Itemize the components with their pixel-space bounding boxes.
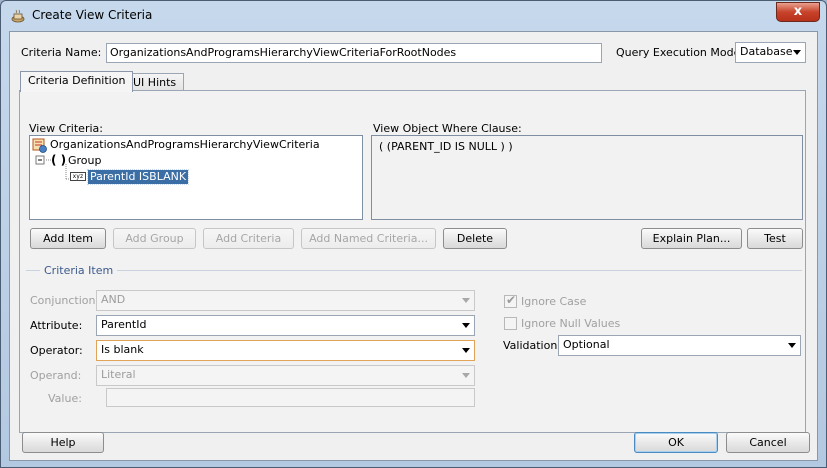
criteria-item-section-label: Criteria Item bbox=[40, 264, 118, 277]
value-label: Value: bbox=[48, 392, 82, 405]
attribute-item-icon: xyz bbox=[70, 172, 86, 181]
conjunction-select[interactable]: AND bbox=[96, 290, 475, 311]
operand-value: Literal bbox=[101, 368, 136, 381]
validation-value: Optional bbox=[563, 338, 610, 351]
operator-value: Is blank bbox=[101, 343, 144, 356]
ok-button[interactable]: OK bbox=[634, 432, 718, 453]
operator-select[interactable]: Is blank bbox=[96, 340, 475, 361]
attribute-value: ParentId bbox=[101, 318, 147, 331]
tree-group-label[interactable]: Group bbox=[68, 154, 102, 167]
conjunction-label: Conjunction: bbox=[30, 294, 100, 307]
conjunction-value: AND bbox=[101, 293, 126, 306]
dialog-body: Criteria Name: OrganizationsAndProgramsH… bbox=[9, 31, 818, 461]
where-clause-value: ( (PARENT_ID IS NULL ) ) bbox=[379, 140, 513, 153]
criteria-name-label: Criteria Name: bbox=[21, 46, 102, 59]
operator-label: Operator: bbox=[30, 344, 83, 357]
cancel-button[interactable]: Cancel bbox=[726, 432, 810, 453]
operand-select[interactable]: Literal bbox=[96, 365, 475, 386]
chevron-down-icon bbox=[462, 348, 470, 353]
explain-plan-button[interactable]: Explain Plan... bbox=[641, 228, 742, 249]
chevron-down-icon bbox=[793, 50, 801, 55]
add-item-button[interactable]: Add Item bbox=[30, 228, 106, 249]
query-mode-label: Query Execution Mode: bbox=[616, 46, 745, 59]
tree-item-parentid-isblank[interactable]: ParentId ISBLANK bbox=[86, 169, 190, 185]
validation-select[interactable]: Optional bbox=[558, 335, 801, 356]
dialog-window: Create View Criteria x Criteria Name: Or… bbox=[0, 0, 827, 468]
chevron-down-icon bbox=[788, 343, 796, 348]
chevron-down-icon bbox=[462, 373, 470, 378]
ignore-case-label: Ignore Case bbox=[521, 295, 587, 308]
query-mode-value: Database bbox=[740, 45, 793, 58]
attribute-label: Attribute: bbox=[30, 319, 83, 332]
window-title: Create View Criteria bbox=[32, 8, 153, 22]
help-button[interactable]: Help bbox=[22, 432, 104, 453]
tab-panel: View Criteria: OrganizationsAndProgramsH… bbox=[19, 90, 806, 433]
where-clause-label: View Object Where Clause: bbox=[373, 122, 522, 135]
title-bar[interactable]: Create View Criteria x bbox=[1, 1, 826, 31]
ignore-case-checkbox[interactable]: ✔ bbox=[504, 293, 517, 308]
value-input[interactable] bbox=[106, 388, 475, 407]
validation-label: Validation: bbox=[503, 339, 562, 352]
ignore-null-values-label: Ignore Null Values bbox=[521, 317, 621, 330]
test-button[interactable]: Test bbox=[747, 228, 803, 249]
checkmark-icon: ✔ bbox=[506, 293, 517, 307]
criteria-name-input[interactable]: OrganizationsAndProgramsHierarchyViewCri… bbox=[106, 43, 602, 63]
group-parens-icon: ( ) bbox=[51, 153, 67, 167]
attribute-select[interactable]: ParentId bbox=[96, 315, 475, 336]
view-criteria-tree[interactable]: OrganizationsAndProgramsHierarchyViewCri… bbox=[29, 135, 363, 220]
add-group-button[interactable]: Add Group bbox=[113, 228, 196, 249]
where-clause-text: ( (PARENT_ID IS NULL ) ) bbox=[371, 135, 803, 220]
delete-button[interactable]: Delete bbox=[443, 228, 507, 249]
view-criteria-label: View Criteria: bbox=[29, 122, 103, 135]
section-divider bbox=[26, 270, 802, 271]
chevron-down-icon bbox=[462, 323, 470, 328]
tab-criteria-definition[interactable]: Criteria Definition bbox=[20, 71, 134, 92]
chevron-down-icon bbox=[462, 298, 470, 303]
ignore-null-values-checkbox[interactable] bbox=[504, 317, 517, 330]
add-criteria-button[interactable]: Add Criteria bbox=[203, 228, 294, 249]
add-named-criteria-button[interactable]: Add Named Criteria... bbox=[301, 228, 436, 249]
close-button[interactable]: x bbox=[776, 2, 820, 22]
app-cup-icon bbox=[11, 9, 25, 23]
operand-label: Operand: bbox=[30, 369, 82, 382]
query-mode-select[interactable]: Database bbox=[735, 42, 806, 63]
